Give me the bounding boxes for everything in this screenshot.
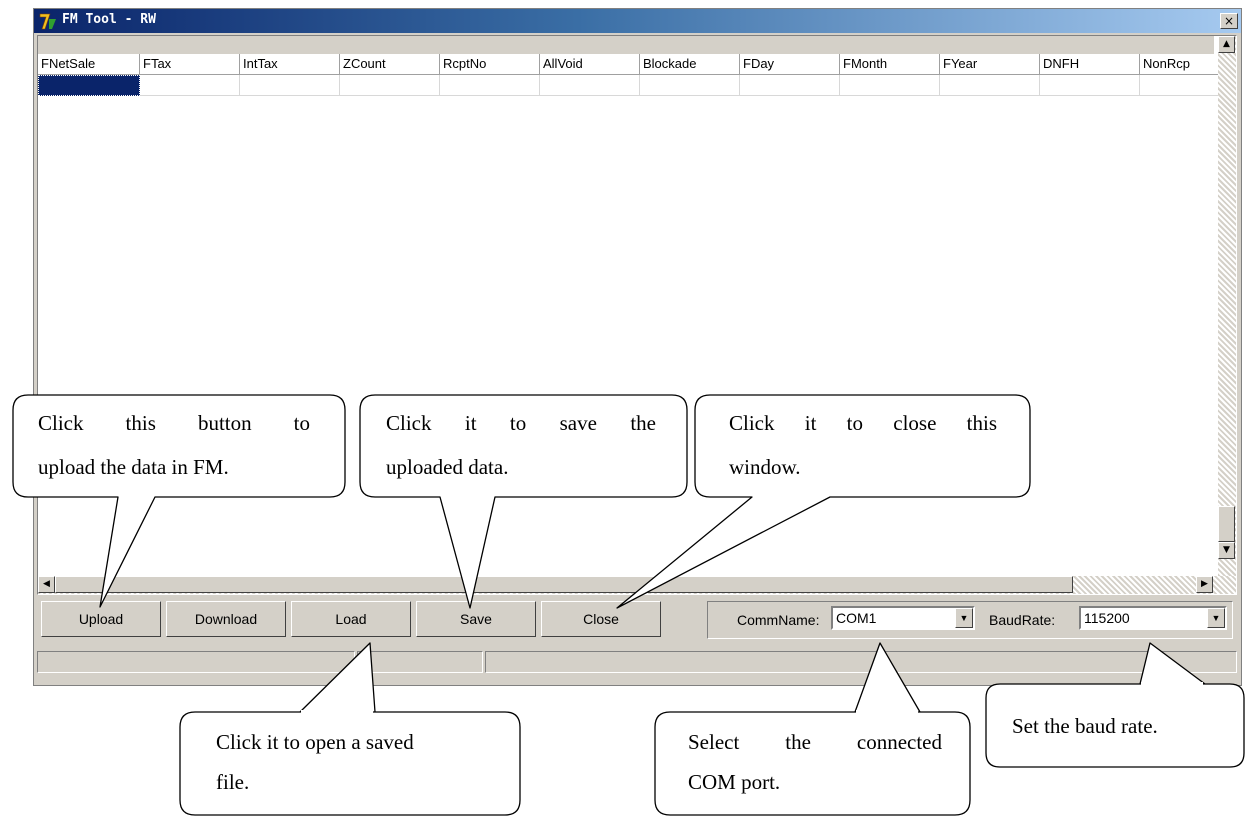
window-title: FM Tool - RW [62, 12, 156, 27]
load-button[interactable]: Load [291, 601, 411, 637]
button-bar: Upload Download Load Save Close CommName… [37, 595, 1237, 647]
fm-tool-window: FM Tool - RW × FNetSale FTax IntTax ZCou… [33, 8, 1242, 686]
callout-com-line2: COM port. [688, 770, 781, 794]
callout-upload-line2: upload the data in FM. [38, 455, 229, 479]
window-close-button[interactable]: × [1220, 13, 1238, 29]
table-cell[interactable] [340, 75, 440, 96]
data-grid-area: FNetSale FTax IntTax ZCount RcptNo AllVo… [37, 35, 1237, 595]
grid-header: FNetSale FTax IntTax ZCount RcptNo AllVo… [38, 54, 1236, 75]
chevron-down-icon[interactable]: ▼ [955, 608, 973, 628]
commname-label: CommName: [737, 612, 820, 628]
table-row [38, 75, 1236, 96]
table-cell[interactable] [440, 75, 540, 96]
callout-close-line2: window. [729, 455, 801, 479]
table-cell[interactable] [1040, 75, 1140, 96]
horizontal-scrollbar[interactable]: ◀ ▶ [38, 576, 1236, 594]
callout-upload-line1: Click this button to [38, 411, 310, 435]
callout-save-line2: uploaded data. [386, 455, 509, 479]
callout-save-line1: Click it to save the [386, 411, 656, 435]
column-header-fnetsale[interactable]: FNetSale [38, 54, 140, 75]
column-header-zcount[interactable]: ZCount [340, 54, 440, 75]
horizontal-scroll-thumb[interactable] [55, 576, 1073, 593]
table-cell[interactable] [840, 75, 940, 96]
column-header-fmonth[interactable]: FMonth [840, 54, 940, 75]
scroll-up-icon: ▲ [1223, 39, 1230, 49]
callout-baud-line1: Set the baud rate. [1012, 714, 1158, 738]
callout-close-line1: Click it to close this [729, 411, 997, 435]
baudrate-select[interactable]: 115200 ▼ [1079, 606, 1227, 630]
callout-com-line1: Select the connected [688, 730, 942, 754]
status-panel-2 [357, 651, 483, 673]
table-cell[interactable] [640, 75, 740, 96]
grid-top-strip [38, 36, 1214, 54]
callout-load-line1: Click it to open a saved [216, 730, 414, 754]
upload-button[interactable]: Upload [41, 601, 161, 637]
app-icon [39, 13, 56, 30]
download-button[interactable]: Download [166, 601, 286, 637]
table-cell[interactable] [540, 75, 640, 96]
scroll-left-icon: ◀ [43, 579, 50, 589]
scroll-right-button[interactable]: ▶ [1196, 576, 1213, 593]
status-panel-3 [485, 651, 1237, 673]
column-header-dnfh[interactable]: DNFH [1040, 54, 1140, 75]
column-header-fday[interactable]: FDay [740, 54, 840, 75]
status-bar [37, 651, 1237, 673]
scroll-up-button[interactable]: ▲ [1218, 36, 1235, 53]
column-header-ftax[interactable]: FTax [140, 54, 240, 75]
scroll-down-icon: ▼ [1223, 545, 1230, 555]
vertical-scroll-thumb[interactable] [1218, 506, 1235, 542]
column-header-rcptno[interactable]: RcptNo [440, 54, 540, 75]
vertical-scrollbar[interactable]: ▲ ▼ [1218, 36, 1236, 576]
chevron-down-icon[interactable]: ▼ [1207, 608, 1225, 628]
column-header-allvoid[interactable]: AllVoid [540, 54, 640, 75]
commname-value: COM1 [836, 610, 877, 626]
scroll-left-button[interactable]: ◀ [38, 576, 55, 593]
column-header-inttax[interactable]: IntTax [240, 54, 340, 75]
close-icon: × [1223, 14, 1235, 28]
commname-select[interactable]: COM1 ▼ [831, 606, 975, 630]
scroll-down-button[interactable]: ▼ [1218, 542, 1235, 559]
baudrate-label: BaudRate: [989, 612, 1056, 628]
baudrate-value: 115200 [1084, 610, 1130, 626]
callout-load-line2: file. [216, 770, 250, 794]
table-cell[interactable] [240, 75, 340, 96]
table-cell[interactable] [140, 75, 240, 96]
status-panel-1 [37, 651, 355, 673]
table-cell-selected[interactable] [38, 75, 140, 96]
column-header-fyear[interactable]: FYear [940, 54, 1040, 75]
save-button[interactable]: Save [416, 601, 536, 637]
table-cell[interactable] [740, 75, 840, 96]
title-bar[interactable]: FM Tool - RW × [34, 9, 1241, 33]
scroll-right-icon: ▶ [1201, 579, 1208, 589]
table-cell[interactable] [940, 75, 1040, 96]
close-button[interactable]: Close [541, 601, 661, 637]
column-header-blockade[interactable]: Blockade [640, 54, 740, 75]
